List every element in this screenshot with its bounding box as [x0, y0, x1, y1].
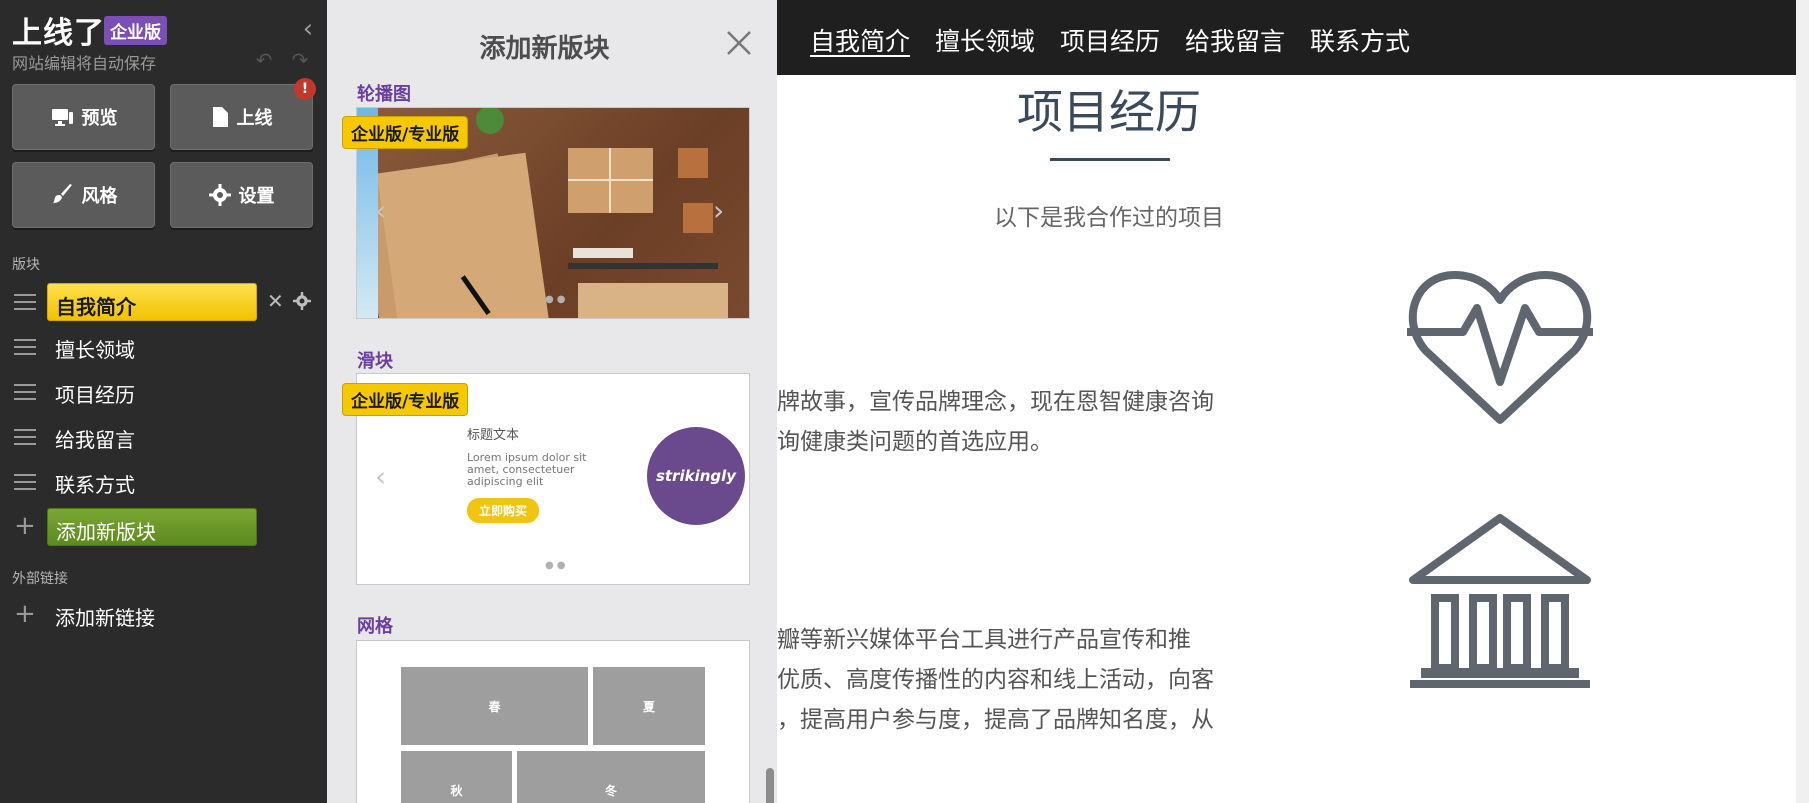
slider-dots: ●●	[545, 560, 569, 571]
drag-handle-icon[interactable]	[14, 429, 36, 445]
add-link-label: 添加新链接	[55, 606, 155, 630]
grid-cell: 春	[401, 667, 588, 745]
plus-icon: +	[14, 599, 36, 629]
category-grid-label: 网格	[357, 616, 393, 637]
carousel-next-icon: ›	[713, 194, 725, 227]
tier-badge: 企业版/专业版	[342, 116, 469, 149]
settings-label: 设置	[238, 186, 275, 207]
site-nav-message[interactable]: 给我留言	[1185, 22, 1285, 58]
add-block-label: 添加新版块	[56, 520, 156, 544]
publish-button[interactable]: 上线	[170, 84, 313, 150]
editor-sidebar: 上线了 企业版 ‹ 网站编辑将自动保存 ↶ ↷ 预览 上线 ! 风格 设置 版块…	[0, 0, 327, 803]
section-title: 项目经历	[1017, 85, 1201, 139]
add-block-pill[interactable]: 添加新版块	[47, 508, 257, 546]
sidebar-item-label: 擅长领域	[55, 338, 135, 362]
slider-logo: strikingly	[647, 427, 745, 525]
site-navbar: 自我简介 擅长领域 项目经历 给我留言 联系方式	[777, 0, 1809, 75]
gear-icon	[208, 184, 231, 206]
bank-building-icon	[1409, 514, 1591, 688]
drag-handle-icon[interactable]	[14, 474, 36, 490]
sidebar-item-projects[interactable]: 项目经历	[0, 373, 327, 411]
add-block-button[interactable]: + 添加新版块	[0, 508, 327, 546]
sidebar-item-label: 联系方式	[55, 473, 135, 497]
slider-prev-icon: ‹	[375, 460, 387, 493]
panel-title: 添加新版块	[479, 34, 610, 64]
document-icon	[212, 107, 228, 127]
project-description: 牌故事，宣传品牌理念，现在恩智健康咨询 询健康类问题的首选应用。	[777, 382, 1232, 462]
brand-logo: 上线了	[12, 16, 105, 51]
drag-handle-icon[interactable]	[14, 294, 36, 310]
category-carousel-label: 轮播图	[357, 84, 411, 105]
sidebar-item-label: 给我留言	[55, 428, 135, 452]
title-divider	[1050, 158, 1170, 161]
block-settings-icon[interactable]	[293, 292, 311, 314]
drag-handle-icon[interactable]	[14, 384, 36, 400]
close-icon[interactable]	[724, 28, 754, 58]
panel-scrollbar[interactable]	[766, 768, 774, 803]
project-line: 询健康类问题的首选应用。	[777, 429, 1053, 455]
edition-badge: 企业版	[104, 16, 167, 45]
add-block-panel: 添加新版块 轮播图 ‹ › ●● 企业版/专业版 滑块 ‹ 标题文本 Lorem…	[327, 0, 777, 803]
preview-button[interactable]: 预览	[12, 84, 155, 150]
project-line: 瓣等新兴媒体平台工具进行产品宣传和推	[777, 627, 1191, 653]
grid-block-thumbnail[interactable]: 春 夏 秋 冬	[356, 640, 750, 803]
project-line: ，提高用户参与度，提高了品牌知名度，从	[777, 707, 1214, 733]
drag-handle-icon[interactable]	[14, 339, 36, 355]
site-nav-expertise[interactable]: 擅长领域	[935, 22, 1035, 58]
grid-cell: 夏	[593, 667, 705, 745]
redo-icon[interactable]: ↷	[288, 48, 312, 72]
preview-label: 预览	[81, 108, 118, 129]
plus-icon: +	[14, 511, 36, 541]
blocks-section-label: 版块	[12, 257, 40, 273]
links-section-label: 外部链接	[12, 571, 68, 587]
undo-icon[interactable]: ↶	[252, 48, 276, 72]
publish-alert-badge: !	[294, 78, 316, 100]
project-line: 优质、高度传播性的内容和线上活动，向客	[777, 667, 1214, 693]
site-nav-contact[interactable]: 联系方式	[1310, 22, 1410, 58]
project-description: 瓣等新兴媒体平台工具进行产品宣传和推 优质、高度传播性的内容和线上活动，向客 ，…	[777, 620, 1232, 740]
collapse-sidebar-icon[interactable]: ‹	[296, 14, 320, 44]
sidebar-item-message[interactable]: 给我留言	[0, 418, 327, 456]
page-scrollbar[interactable]	[1796, 0, 1809, 803]
project-line: 牌故事，宣传品牌理念，现在恩智健康咨询	[777, 389, 1214, 415]
settings-button[interactable]: 设置	[170, 162, 313, 228]
carousel-dots: ●●	[545, 294, 569, 305]
autosave-note: 网站编辑将自动保存	[12, 54, 157, 73]
sidebar-item-about[interactable]: 自我简介 ✕	[0, 283, 327, 321]
carousel-prev-icon: ‹	[375, 194, 387, 227]
slider-buy-button: 立即购买	[467, 498, 540, 523]
paint-brush-icon	[52, 184, 72, 203]
section-subtitle: 以下是我合作过的项目	[994, 205, 1224, 231]
category-slider-label: 滑块	[357, 351, 393, 372]
grid-cell: 冬	[517, 751, 705, 803]
grid-cell: 秋	[401, 751, 512, 803]
slider-heading: 标题文本	[467, 428, 520, 443]
style-button[interactable]: 风格	[12, 162, 155, 228]
heart-pulse-icon	[1407, 271, 1593, 424]
sidebar-item-expertise[interactable]: 擅长领域	[0, 328, 327, 366]
sidebar-item-label: 自我简介	[56, 295, 136, 319]
sidebar-item-contact[interactable]: 联系方式	[0, 463, 327, 501]
site-nav-projects[interactable]: 项目经历	[1060, 22, 1160, 58]
slider-body: Lorem ipsum dolor sit amet, consectetuer…	[467, 451, 587, 488]
add-link-button[interactable]: + 添加新链接	[0, 596, 327, 634]
publish-label: 上线	[236, 108, 273, 129]
sidebar-item-pill[interactable]: 自我简介	[47, 283, 257, 321]
sidebar-item-label: 项目经历	[55, 383, 135, 407]
delete-block-icon[interactable]: ✕	[267, 289, 284, 313]
style-label: 风格	[81, 186, 118, 207]
tier-badge: 企业版/专业版	[342, 383, 469, 416]
site-nav-about[interactable]: 自我简介	[810, 22, 910, 58]
monitor-icon	[51, 109, 73, 126]
